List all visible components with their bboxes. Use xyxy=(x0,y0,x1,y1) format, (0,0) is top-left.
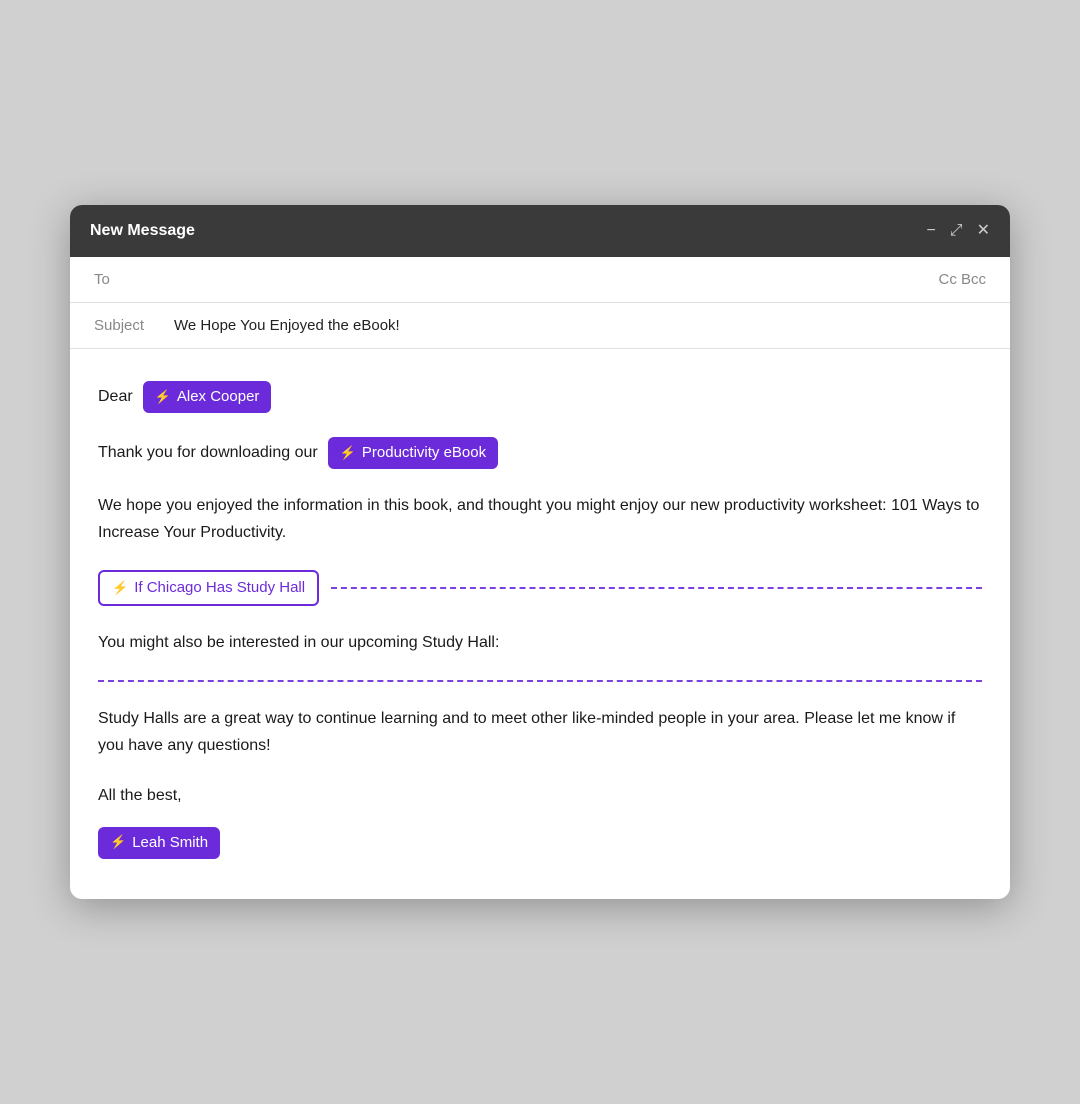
sign-off-text: All the best, xyxy=(98,787,182,804)
study-hall-body: Study Halls are a great way to continue … xyxy=(98,706,982,759)
dashed-line-right xyxy=(331,587,982,589)
study-hall-body-text: Study Halls are a great way to continue … xyxy=(98,710,955,753)
thank-you-text: Thank you for downloading our xyxy=(98,440,318,466)
thank-you-line: Thank you for downloading our ⚡ Producti… xyxy=(98,437,982,469)
compose-modal: New Message − ⤢ ✕ To Cc Bcc Subject We H… xyxy=(70,205,1010,899)
cc-bcc-button[interactable]: Cc Bcc xyxy=(938,271,986,288)
ebook-tag[interactable]: ⚡ Productivity eBook xyxy=(328,437,498,469)
window-controls: − ⤢ ✕ xyxy=(926,223,990,239)
sign-off: All the best, xyxy=(98,783,982,809)
subject-value[interactable]: We Hope You Enjoyed the eBook! xyxy=(174,317,400,334)
sender-tag-label: Leah Smith xyxy=(132,831,208,855)
to-label: To xyxy=(94,271,154,288)
conditional-tag-label: If Chicago Has Study Hall xyxy=(134,576,305,600)
sender-tag[interactable]: ⚡ Leah Smith xyxy=(98,827,220,859)
paragraph-1: We hope you enjoyed the information in t… xyxy=(98,493,982,546)
conditional-row: ⚡ If Chicago Has Study Hall xyxy=(98,570,982,606)
minimize-button[interactable]: − xyxy=(926,223,935,239)
dashed-separator xyxy=(98,680,982,682)
recipient-tag-label: Alex Cooper xyxy=(177,385,260,409)
modal-title: New Message xyxy=(90,222,195,240)
lightning-icon: ⚡ xyxy=(155,387,171,408)
study-hall-intro: You might also be interested in our upco… xyxy=(98,630,982,656)
lightning-icon-2: ⚡ xyxy=(340,443,356,464)
modal-header: New Message − ⤢ ✕ xyxy=(70,205,1010,257)
recipient-tag[interactable]: ⚡ Alex Cooper xyxy=(143,381,272,413)
close-button[interactable]: ✕ xyxy=(977,223,990,239)
ebook-tag-label: Productivity eBook xyxy=(362,441,486,465)
study-hall-intro-text: You might also be interested in our upco… xyxy=(98,634,499,651)
conditional-tag[interactable]: ⚡ If Chicago Has Study Hall xyxy=(98,570,319,606)
to-row: To Cc Bcc xyxy=(70,257,1010,303)
dear-text: Dear xyxy=(98,384,133,410)
email-body: Dear ⚡ Alex Cooper Thank you for downloa… xyxy=(70,349,1010,899)
paragraph-1-text: We hope you enjoyed the information in t… xyxy=(98,497,979,540)
expand-button[interactable]: ⤢ xyxy=(950,223,963,239)
lightning-icon-4: ⚡ xyxy=(110,832,126,853)
subject-label: Subject xyxy=(94,317,174,334)
lightning-icon-3: ⚡ xyxy=(112,578,128,599)
subject-row: Subject We Hope You Enjoyed the eBook! xyxy=(70,303,1010,349)
dear-line: Dear ⚡ Alex Cooper xyxy=(98,381,982,413)
